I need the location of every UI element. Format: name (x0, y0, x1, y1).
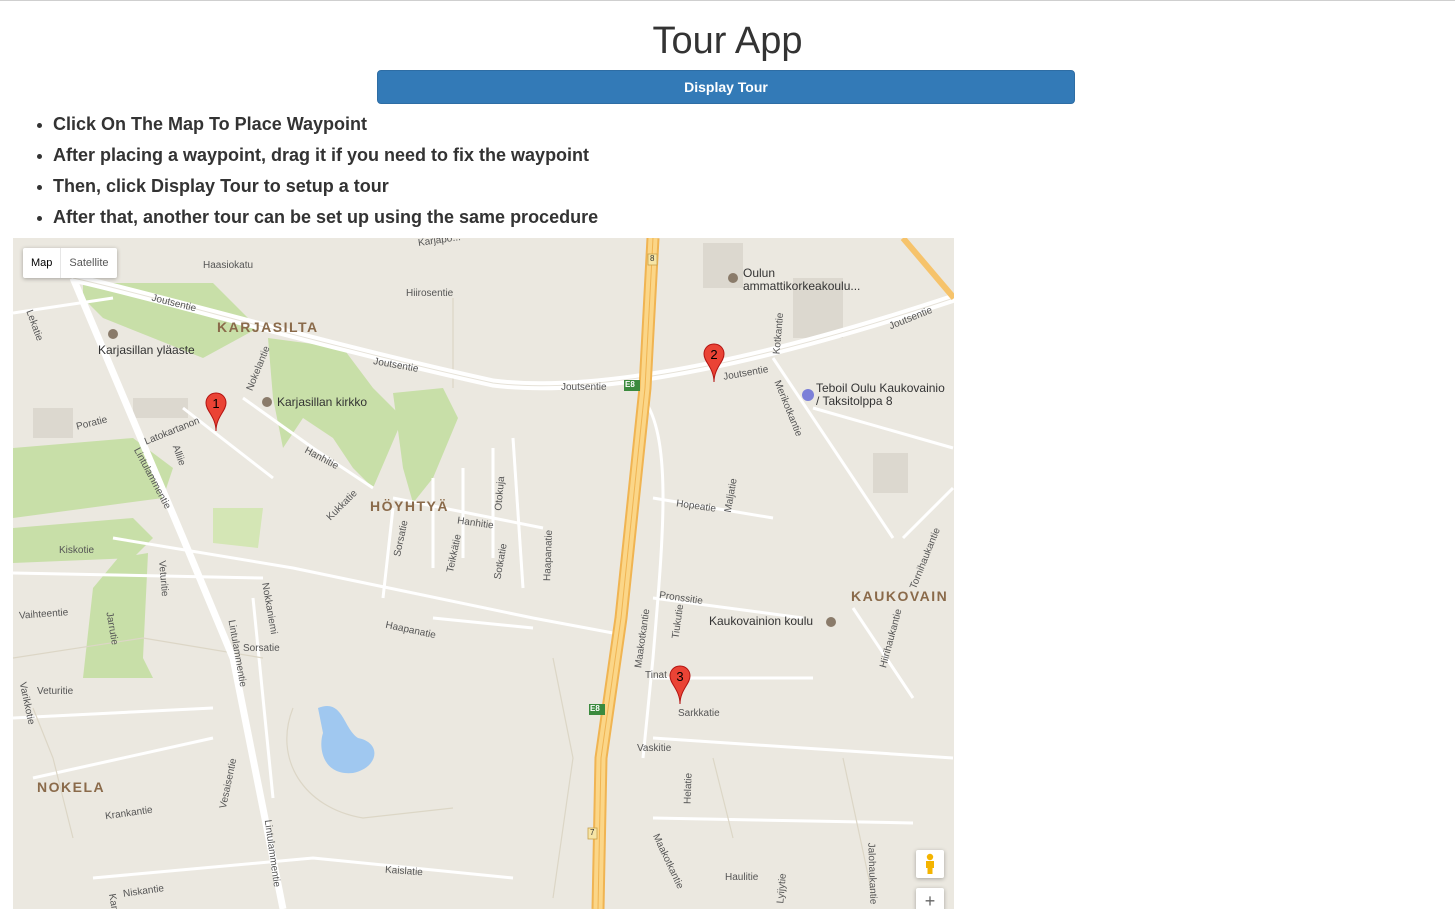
top-border (0, 0, 1455, 1)
waypoint-marker[interactable]: 2 (703, 343, 725, 383)
display-tour-button[interactable]: Display Tour (377, 70, 1075, 104)
poi-dot (108, 329, 118, 339)
park-area (83, 553, 153, 678)
road-outline (900, 238, 954, 300)
instruction-text: After placing a waypoint, drag it if you… (53, 145, 590, 165)
route-shield (624, 380, 640, 391)
instruction-text: Click On The Map To Place Waypoint (53, 114, 368, 134)
instruction-list: Click On The Map To Place Waypoint After… (34, 110, 598, 234)
map-tiles (13, 238, 954, 909)
route-shield (647, 253, 658, 266)
map-canvas[interactable]: Map Satellite KARJASILTA HÖYHTYÄ KAUKOVA… (13, 238, 954, 909)
marker-label: 2 (710, 347, 718, 362)
bullet-icon (37, 154, 42, 159)
map-type-control: Map Satellite (23, 248, 117, 278)
marker-label: 1 (212, 396, 220, 411)
bullet-icon (37, 123, 42, 128)
bullet-icon (37, 216, 42, 221)
route-shield (587, 827, 598, 840)
poi-dot (262, 397, 272, 407)
park-area (393, 388, 458, 503)
map-type-satellite-button[interactable]: Satellite (61, 248, 116, 278)
map-type-map-button[interactable]: Map (23, 248, 62, 278)
poi-dot (728, 273, 738, 283)
pond (318, 705, 375, 774)
bullet-icon (37, 185, 42, 190)
instruction-text: After that, another tour can be set up u… (53, 207, 599, 227)
instruction-item: After placing a waypoint, drag it if you… (34, 141, 598, 172)
poi-dot (826, 617, 836, 627)
park-area (213, 508, 263, 548)
poi-dot (802, 389, 814, 401)
zoom-in-button[interactable]: + (916, 888, 944, 909)
instruction-item: Then, click Display Tour to setup a tour (34, 172, 598, 203)
waypoint-marker[interactable]: 1 (205, 392, 227, 432)
page-title: Tour App (652, 20, 803, 62)
marker-label: 3 (676, 669, 684, 684)
instruction-text: Then, click Display Tour to setup a tour (53, 176, 389, 196)
instruction-item: After that, another tour can be set up u… (34, 203, 598, 234)
pegman-icon (926, 853, 934, 874)
route-shield (589, 704, 605, 715)
building-group (33, 243, 908, 493)
instruction-item: Click On The Map To Place Waypoint (34, 110, 598, 141)
waypoint-marker[interactable]: 3 (669, 665, 691, 705)
street-view-pegman[interactable] (916, 850, 944, 878)
